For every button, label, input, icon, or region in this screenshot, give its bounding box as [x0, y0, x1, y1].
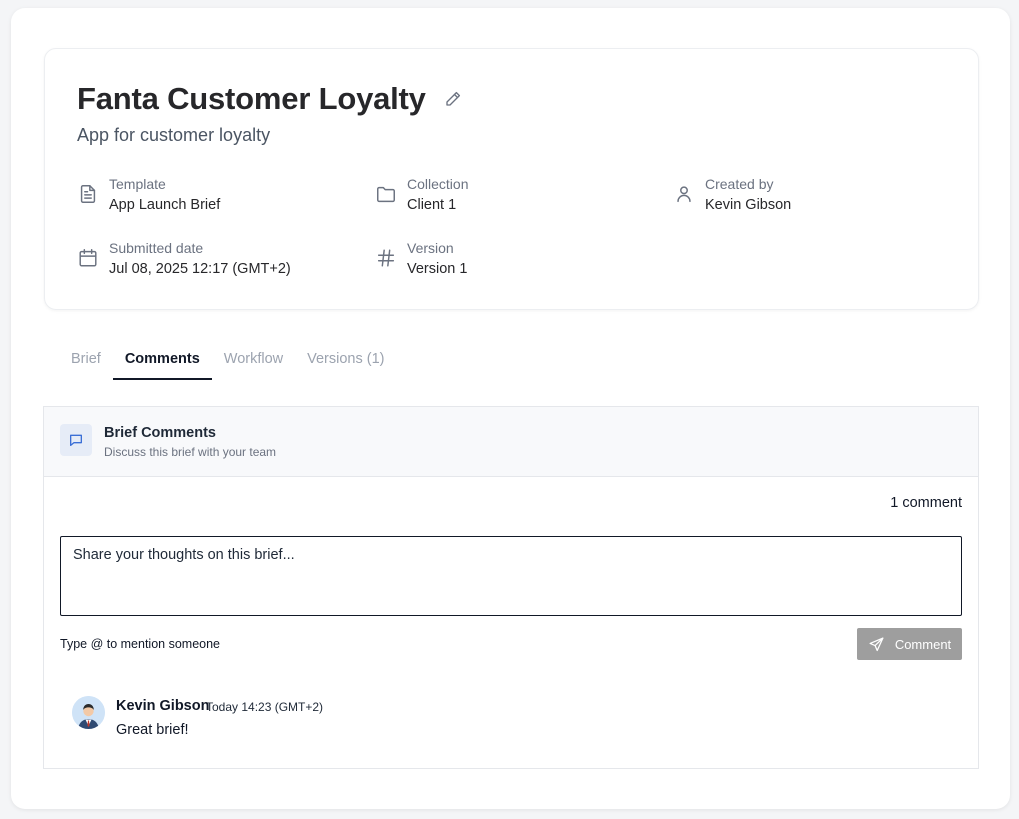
tab-versions[interactable]: Versions (1): [295, 344, 396, 380]
meta-template: Template App Launch Brief: [77, 175, 220, 215]
comments-header: Brief Comments Discuss this brief with y…: [44, 407, 978, 477]
comments-title: Brief Comments: [104, 425, 216, 441]
comment-text: Great brief!: [116, 722, 189, 738]
meta-label: Submitted date: [109, 240, 204, 256]
comments-subtitle: Discuss this brief with your team: [104, 445, 277, 459]
meta-value: Jul 08, 2025 12:17 (GMT+2): [109, 261, 291, 277]
tab-workflow[interactable]: Workflow: [212, 344, 295, 380]
meta-version: Version Version 1: [375, 239, 467, 279]
user-icon: [673, 183, 695, 205]
send-icon: [868, 636, 885, 653]
avatar: [72, 696, 105, 729]
folder-icon: [375, 183, 397, 205]
title-row: Fanta Customer Loyalty: [77, 81, 462, 117]
meta-collection: Collection Client 1: [375, 175, 468, 215]
page-title: Fanta Customer Loyalty: [77, 81, 426, 116]
comments-panel: Brief Comments Discuss this brief with y…: [43, 406, 979, 769]
meta-value: App Launch Brief: [109, 197, 221, 213]
calendar-icon: [77, 247, 99, 269]
chat-bubble-icon: [60, 424, 92, 456]
pencil-icon[interactable]: [444, 90, 462, 108]
comment-timestamp: Today 14:23 (GMT+2): [206, 700, 324, 714]
page-subtitle: App for customer loyalty: [77, 125, 271, 145]
meta-label: Template: [109, 176, 166, 192]
meta-created-by: Created by Kevin Gibson: [673, 175, 791, 215]
meta-submitted-date: Submitted date Jul 08, 2025 12:17 (GMT+2…: [77, 239, 291, 279]
comment-submit-label: Comment: [894, 636, 952, 652]
comment-input[interactable]: [60, 536, 962, 616]
comment-author: Kevin Gibson: [116, 698, 210, 714]
meta-value: Version 1: [407, 261, 468, 277]
hash-icon: [375, 247, 397, 269]
meta-value: Client 1: [407, 197, 457, 213]
brief-header-card: Fanta Customer Loyalty App for customer …: [44, 48, 979, 310]
meta-label: Created by: [705, 176, 774, 192]
tab-bar: Brief Comments Workflow Versions (1): [59, 344, 397, 380]
comment-count: 1 comment: [890, 495, 962, 511]
tab-comments[interactable]: Comments: [112, 344, 212, 380]
meta-value: Kevin Gibson: [705, 197, 792, 213]
comment-submit-button[interactable]: Comment: [857, 628, 962, 660]
document-icon: [77, 183, 99, 205]
meta-label: Version: [407, 240, 454, 256]
meta-label: Collection: [407, 176, 469, 192]
mention-hint: Type @ to mention someone: [60, 637, 220, 651]
tab-brief[interactable]: Brief: [59, 344, 113, 380]
